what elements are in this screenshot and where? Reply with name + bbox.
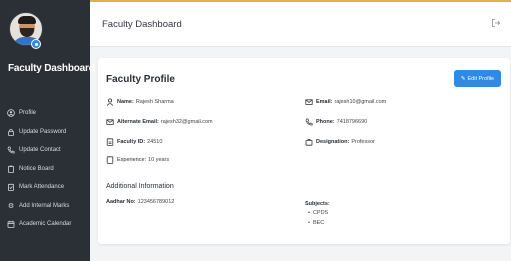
sidebar-item-profile[interactable]: Profile: [0, 104, 90, 123]
alternate-email-value: rajesh32@gmail.com: [160, 119, 213, 125]
sidebar-item-update-contact[interactable]: Update Contact: [0, 141, 90, 160]
faculty-id-label: Faculty ID:: [117, 139, 146, 145]
sidebar-item-notice-board[interactable]: Notice Board: [0, 160, 90, 179]
sidebar-item-label: Add Internal Marks: [19, 202, 70, 209]
logout-icon[interactable]: [491, 18, 501, 28]
alternate-email-row: Alternate Email: rajesh32@gmail.com: [106, 118, 213, 126]
email-row: Email: rajesh10@gmail.com: [305, 98, 386, 106]
name-label: Name:: [117, 99, 134, 105]
sidebar-item-label: Update Contact: [19, 147, 61, 154]
subject-item: BEC: [308, 220, 324, 226]
edit-profile-label: Edit Profile: [467, 75, 495, 82]
sidebar-item-label: Update Password: [19, 128, 67, 135]
alternate-email-label: Alternate Email:: [117, 119, 159, 125]
clipboard-check-icon: [7, 183, 15, 192]
sidebar: Faculty Dashboard Profile Update Passwor…: [0, 0, 95, 261]
page-title: Faculty Dashboard: [102, 19, 182, 30]
designation-row: Designation: Professor: [305, 138, 375, 146]
briefcase-icon: [305, 138, 313, 146]
faculty-id-value: 24510: [147, 139, 163, 145]
email-label: Email:: [316, 99, 333, 105]
designation-value: Professor: [351, 139, 375, 145]
aadhar-value: 123456789012: [137, 199, 175, 205]
sidebar-item-label: Academic Calendar: [19, 221, 72, 228]
name-value: Rajesh Sharma: [135, 99, 174, 105]
sidebar-item-update-password[interactable]: Update Password: [0, 123, 90, 142]
aadhar-label: Aadhar No:: [106, 199, 136, 205]
calendar-icon: [7, 220, 15, 229]
sidebar-item-label: Notice Board: [19, 165, 54, 172]
faculty-id-row: Faculty ID: 24510: [106, 138, 162, 146]
sidebar-item-academic-calendar[interactable]: Academic Calendar: [0, 215, 90, 234]
experience-value: 10 years: [148, 157, 170, 163]
phone-value: 7418796690: [336, 119, 368, 125]
sidebar-brand: Faculty Dashboard: [8, 63, 95, 74]
pencil-icon: ✎: [460, 75, 466, 82]
phone-row: Phone: 7418796690: [305, 118, 367, 126]
gear-icon: ⚙: [7, 202, 15, 210]
subjects-label: Subjects:: [305, 201, 330, 207]
camera-icon[interactable]: [31, 39, 41, 49]
sidebar-item-add-internal-marks[interactable]: ⚙ Add Internal Marks: [0, 197, 90, 216]
aadhar-row: Aadhar No: 123456789012: [106, 199, 174, 205]
document-icon: [106, 156, 114, 164]
phone-icon: [305, 118, 313, 126]
email-value: rajesh10@gmail.com: [334, 99, 387, 105]
envelope-icon: [305, 98, 313, 106]
top-header: Faculty Dashboard: [90, 2, 511, 47]
id-card-icon: [106, 138, 114, 146]
clipboard-icon: [7, 165, 15, 173]
phone-icon: [7, 146, 15, 154]
sidebar-item-label: Profile: [19, 110, 37, 117]
edit-profile-button[interactable]: ✎ Edit Profile: [454, 70, 501, 87]
envelope-icon: [106, 118, 114, 126]
user-circle-icon: [7, 109, 15, 118]
experience-label: Experience:: [117, 157, 147, 163]
faculty-profile-card: Faculty Profile ✎ Edit Profile Name: Raj…: [98, 58, 510, 244]
sidebar-nav: Profile Update Password Update Contact N…: [0, 104, 90, 234]
user-icon: [106, 98, 114, 106]
designation-label: Designation:: [316, 139, 350, 145]
sidebar-item-label: Mark Attendance: [19, 184, 65, 191]
sidebar-item-mark-attendance[interactable]: Mark Attendance: [0, 178, 90, 197]
phone-label: Phone:: [316, 119, 335, 125]
subject-item: CPDS: [308, 210, 328, 216]
card-title: Faculty Profile: [106, 74, 175, 85]
experience-row: Experience: 10 years: [106, 156, 169, 164]
name-row: Name: Rajesh Sharma: [106, 98, 174, 106]
lock-icon: [7, 128, 15, 136]
additional-info-title: Additional Information: [106, 183, 174, 190]
